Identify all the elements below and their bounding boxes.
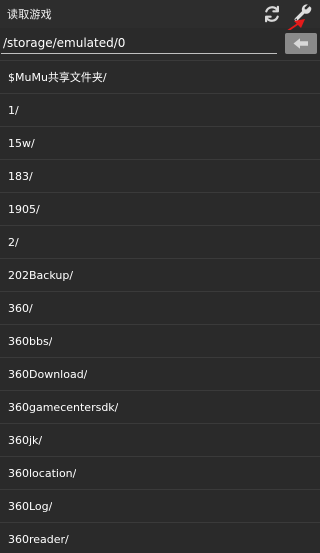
folder-name: 360reader/	[8, 532, 69, 546]
folder-item[interactable]: $MuMu共享文件夹/	[0, 60, 320, 93]
back-button[interactable]	[285, 33, 317, 54]
wrench-icon[interactable]	[291, 3, 313, 25]
file-picker-screen: 读取游戏 $MuMu共享文件夹/ 1/	[0, 0, 320, 553]
folder-name: 360gamecentersdk/	[8, 400, 119, 414]
refresh-icon[interactable]	[261, 3, 283, 25]
folder-item[interactable]: 360/	[0, 291, 320, 324]
folder-item[interactable]: 360location/	[0, 456, 320, 489]
folder-item[interactable]: 15w/	[0, 126, 320, 159]
folder-item[interactable]: 360reader/	[0, 522, 320, 553]
folder-name: 15w/	[8, 136, 35, 150]
folder-name: 183/	[8, 169, 33, 183]
folder-item[interactable]: 1/	[0, 93, 320, 126]
folder-name: 202Backup/	[8, 268, 74, 282]
folder-name: 360Download/	[8, 367, 88, 381]
folder-item[interactable]: 360Download/	[0, 357, 320, 390]
page-title: 读取游戏	[7, 8, 52, 21]
folder-item[interactable]: 360Log/	[0, 489, 320, 522]
title-bar: 读取游戏	[0, 0, 320, 28]
folder-name: 1905/	[8, 202, 40, 216]
folder-name: 360location/	[8, 466, 77, 480]
folder-name: 360bbs/	[8, 334, 53, 348]
folder-item[interactable]: 2/	[0, 225, 320, 258]
folder-item[interactable]: 360bbs/	[0, 324, 320, 357]
folder-item[interactable]: 360jk/	[0, 423, 320, 456]
folder-name: 360/	[8, 301, 33, 315]
folder-list[interactable]: $MuMu共享文件夹/ 1/ 15w/ 183/ 1905/ 2/ 202Bac…	[0, 60, 320, 553]
folder-name: 360jk/	[8, 433, 43, 447]
folder-item[interactable]: 1905/	[0, 192, 320, 225]
folder-name: 1/	[8, 103, 19, 117]
path-bar	[0, 30, 320, 60]
folder-name: 2/	[8, 235, 19, 249]
folder-name: $MuMu共享文件夹/	[8, 71, 107, 84]
arrow-left-icon	[293, 38, 308, 49]
folder-item[interactable]: 202Backup/	[0, 258, 320, 291]
path-input[interactable]	[1, 32, 277, 54]
folder-name: 360Log/	[8, 499, 53, 513]
folder-item[interactable]: 183/	[0, 159, 320, 192]
folder-item[interactable]: 360gamecentersdk/	[0, 390, 320, 423]
